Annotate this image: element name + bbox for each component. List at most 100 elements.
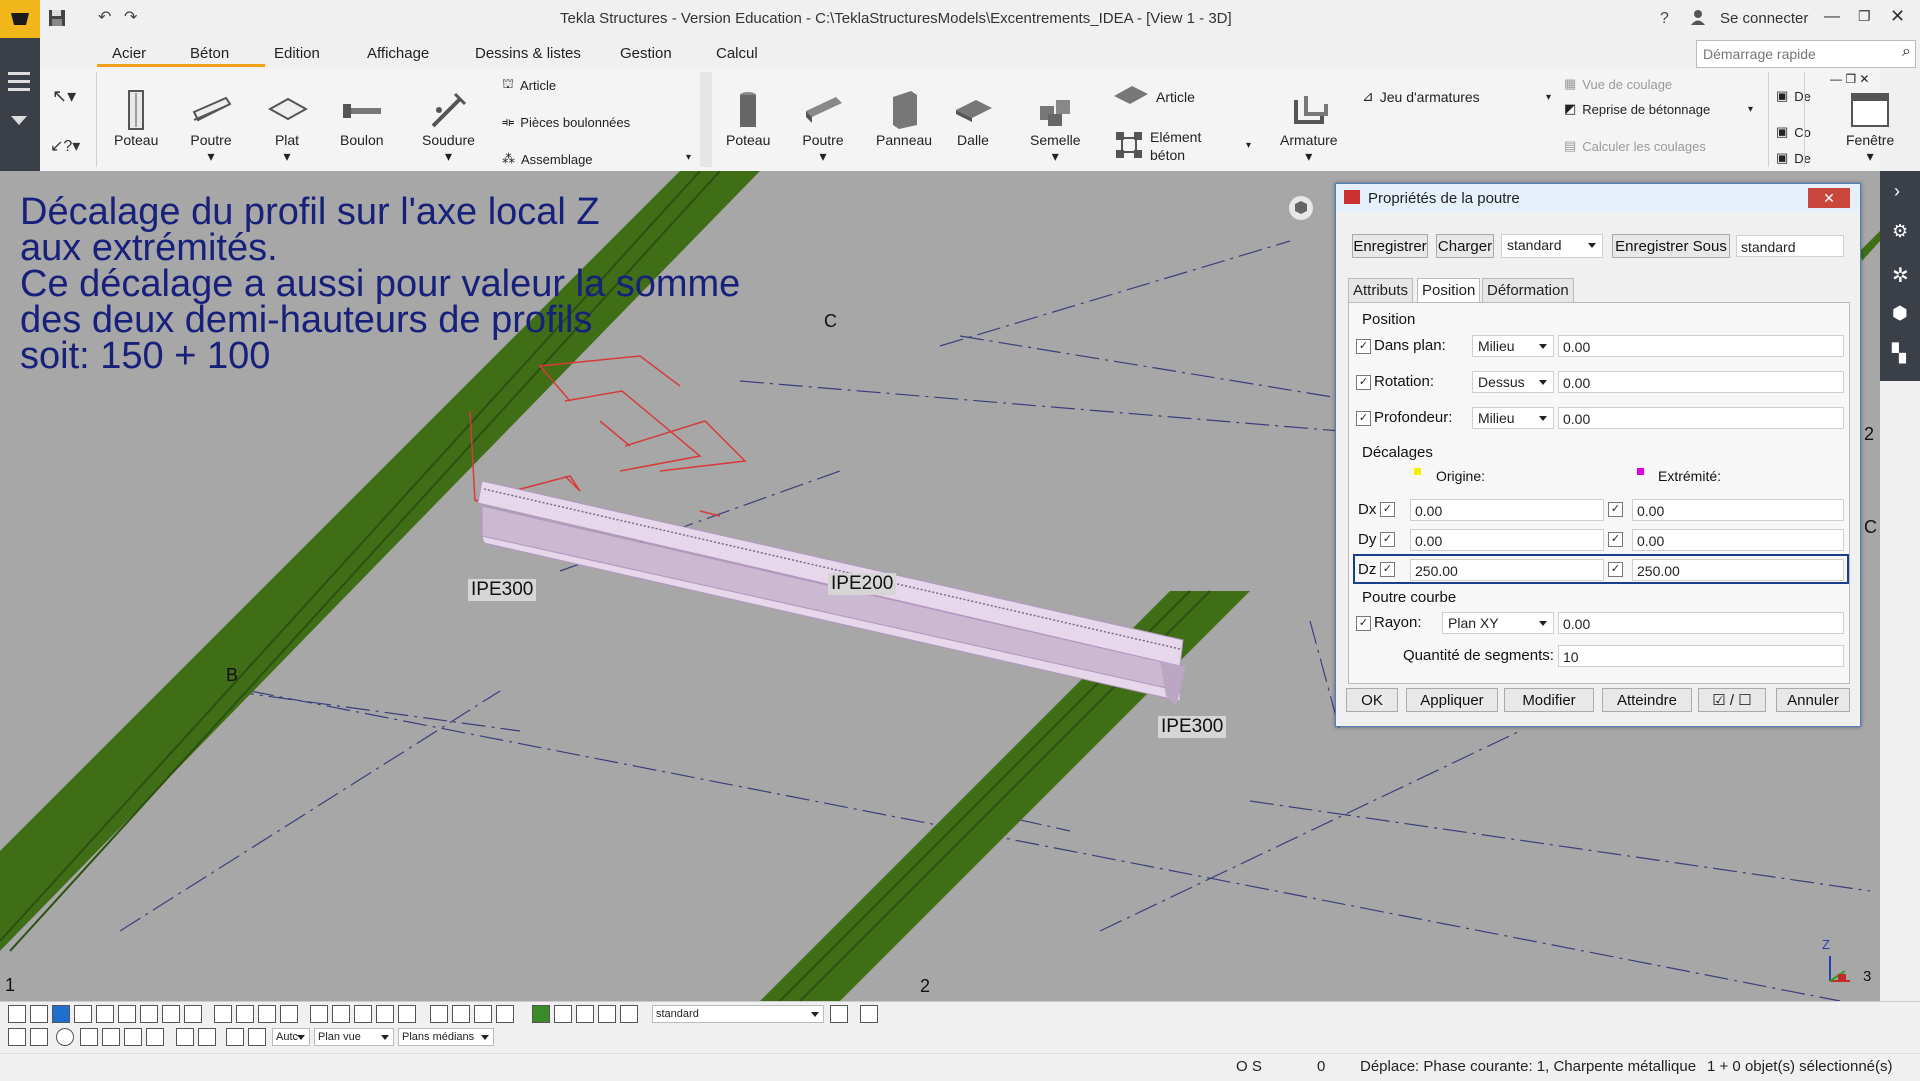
concrete-panneau-button[interactable]: Panneau xyxy=(876,88,932,148)
dans-plan-select[interactable]: Milieu xyxy=(1472,335,1554,357)
tab-acier[interactable]: Acier xyxy=(112,45,146,62)
wave-icon[interactable] xyxy=(146,1028,164,1046)
pour-view-button[interactable]: ▦ Vue de coulage xyxy=(1564,76,1672,92)
rebar-set-button[interactable]: ⊿ Jeu d'armatures xyxy=(1362,88,1480,105)
box-select-icon[interactable] xyxy=(30,1028,48,1046)
orbit-icon[interactable] xyxy=(226,1028,244,1046)
hamburger-icon[interactable] xyxy=(8,72,30,75)
concrete-poteau-button[interactable]: Poteau xyxy=(726,88,770,148)
bolted-parts-button[interactable]: ⟚ Pièces boulonnées xyxy=(502,114,630,130)
tab-deformation[interactable]: Déformation xyxy=(1482,278,1574,304)
rebar-set-dropdown-icon[interactable]: ▾ xyxy=(1546,92,1551,103)
sigma-icon[interactable] xyxy=(176,1028,194,1046)
login-link[interactable]: Se connecter xyxy=(1720,10,1808,27)
concrete-dalle-button[interactable]: Dalle xyxy=(952,88,994,148)
select-surface-icon[interactable] xyxy=(52,1005,70,1023)
dy-origin-field[interactable]: 0.00 xyxy=(1410,529,1604,551)
selection-filter-select[interactable]: standard xyxy=(652,1005,824,1023)
pin-icon[interactable] xyxy=(124,1028,142,1046)
plane-select[interactable]: Plan XY xyxy=(1442,612,1554,634)
user-icon[interactable] xyxy=(1690,9,1706,28)
cut-button-2[interactable]: ▣ Co xyxy=(1776,124,1811,140)
snap-free-icon[interactable] xyxy=(430,1005,448,1023)
dialog-close-button[interactable]: ✕ xyxy=(1808,188,1850,208)
dialog-title-bar[interactable]: Propriétés de la poutre ✕ xyxy=(1336,184,1860,212)
circle-select-icon[interactable] xyxy=(56,1028,74,1046)
pour-break-button[interactable]: ◩ Reprise de bétonnage xyxy=(1564,101,1710,117)
cut-button-3[interactable]: ▣ De xyxy=(1776,150,1811,166)
dy-end-field[interactable]: 0.00 xyxy=(1632,529,1844,551)
save-as-button[interactable]: Enregistrer Sous xyxy=(1612,234,1730,258)
filter-icon[interactable] xyxy=(554,1005,572,1023)
restore-button[interactable]: ❐ xyxy=(1858,8,1871,25)
select-points-icon[interactable] xyxy=(74,1005,92,1023)
concrete-element-button[interactable]: Elément béton xyxy=(1114,128,1201,164)
plan-vue-select[interactable]: Plan vue xyxy=(314,1028,394,1046)
dy-end-checkbox[interactable]: ✓ xyxy=(1608,532,1623,547)
fit-icon[interactable] xyxy=(598,1005,616,1023)
minimize-button[interactable]: — xyxy=(1824,8,1840,26)
steel-soudure-button[interactable]: Soudure ▾ xyxy=(422,88,475,165)
steel-poteau-button[interactable]: Poteau xyxy=(114,88,158,148)
dz-origin-field[interactable]: 250.00 xyxy=(1410,559,1604,581)
modify-button[interactable]: Modifier xyxy=(1504,688,1594,712)
tab-calcul[interactable]: Calcul xyxy=(716,45,758,62)
snap-ref-icon[interactable] xyxy=(214,1005,232,1023)
rotation-checkbox[interactable]: ✓ xyxy=(1356,375,1371,390)
close-button[interactable]: ✕ xyxy=(1890,6,1905,27)
window-button[interactable]: Fenêtre ▾ xyxy=(1846,88,1894,165)
assemblage-button[interactable]: ⁂ Assemblage xyxy=(502,151,593,167)
select-all-icon[interactable] xyxy=(8,1005,26,1023)
zoom-icon[interactable] xyxy=(576,1005,594,1023)
rotation-select[interactable]: Dessus xyxy=(1472,371,1554,393)
reach-button[interactable]: Atteindre xyxy=(1602,688,1692,712)
steel-plat-button[interactable]: Plat ▾ xyxy=(266,88,308,165)
profondeur-checkbox[interactable]: ✓ xyxy=(1356,411,1371,426)
select-bolt-icon[interactable] xyxy=(184,1005,202,1023)
dans-plan-value[interactable]: 0.00 xyxy=(1558,335,1844,357)
select-grid-icon[interactable] xyxy=(96,1005,114,1023)
snap-grid-icon[interactable] xyxy=(474,1005,492,1023)
quick-search[interactable]: ⌕ xyxy=(1696,40,1916,68)
segments-field[interactable]: 10 xyxy=(1558,645,1844,667)
dz-origin-checkbox[interactable]: ✓ xyxy=(1380,562,1395,577)
concrete-element-dropdown-icon[interactable]: ▾ xyxy=(1246,140,1251,151)
ribbon-minimize-icon[interactable]: — ❐ ✕ xyxy=(1830,72,1869,86)
tab-position[interactable]: Position xyxy=(1417,278,1481,304)
selection-cursor-icon[interactable] xyxy=(860,1005,878,1023)
concrete-article-button[interactable]: Article xyxy=(1112,84,1195,109)
search-icon[interactable]: ⌕ xyxy=(1902,43,1911,61)
plane-icon[interactable] xyxy=(198,1028,216,1046)
auto-select[interactable]: Autc xyxy=(272,1028,310,1046)
catalog-icon[interactable]: ⬢ xyxy=(1892,303,1908,324)
filter-settings-icon[interactable] xyxy=(830,1005,848,1023)
tab-dessins-listes[interactable]: Dessins & listes xyxy=(475,45,581,62)
dx-end-checkbox[interactable]: ✓ xyxy=(1608,502,1623,517)
dz-end-field[interactable]: 250.00 xyxy=(1632,559,1844,581)
tekla-menu-button[interactable] xyxy=(0,0,40,38)
cross-select-icon[interactable] xyxy=(8,1028,26,1046)
select-cut-icon[interactable] xyxy=(162,1005,180,1023)
rotation-value[interactable]: 0.00 xyxy=(1558,371,1844,393)
redo-icon[interactable]: ↷ xyxy=(124,7,137,27)
dx-origin-checkbox[interactable]: ✓ xyxy=(1380,502,1395,517)
profondeur-value[interactable]: 0.00 xyxy=(1558,407,1844,429)
triangle-icon[interactable] xyxy=(80,1028,98,1046)
dx-end-field[interactable]: 0.00 xyxy=(1632,499,1844,521)
tab-beton[interactable]: Béton xyxy=(190,45,229,62)
snap-end-icon[interactable] xyxy=(258,1005,276,1023)
plane-select-icon[interactable] xyxy=(248,1028,266,1046)
radius-field[interactable]: 0.00 xyxy=(1558,612,1844,634)
apply-button[interactable]: Appliquer xyxy=(1406,688,1498,712)
select-line-icon[interactable] xyxy=(118,1005,136,1023)
save-icon[interactable] xyxy=(48,9,66,30)
concrete-semelle-button[interactable]: Semelle ▾ xyxy=(1030,88,1081,165)
select-arrow-icon[interactable]: ↖▾ xyxy=(52,86,76,107)
tab-edition[interactable]: Edition xyxy=(274,45,320,62)
quick-search-input[interactable] xyxy=(1697,41,1885,67)
apps-icon[interactable]: ▚ xyxy=(1892,343,1906,364)
settings-icon[interactable]: ✲ xyxy=(1892,263,1909,288)
pour-break-dropdown-icon[interactable]: ▾ xyxy=(1748,104,1753,115)
snap-nearest-icon[interactable] xyxy=(398,1005,416,1023)
plans-medians-select[interactable]: Plans médians xyxy=(398,1028,494,1046)
